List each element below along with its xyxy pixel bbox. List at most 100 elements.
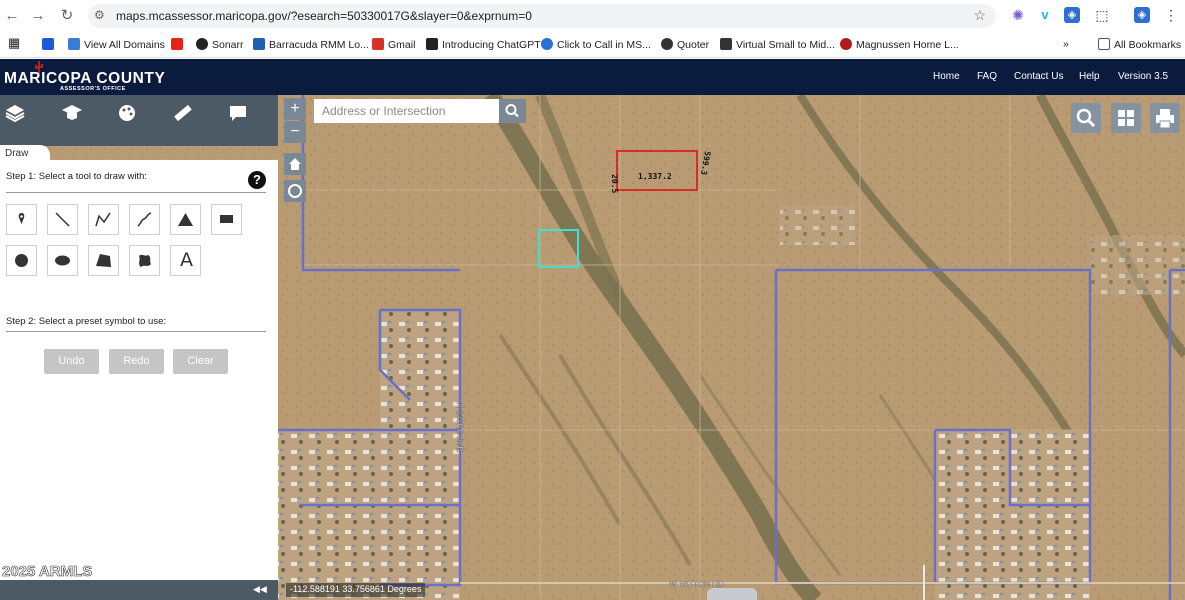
panel-toolbar <box>0 95 278 129</box>
palette-icon[interactable] <box>116 102 138 124</box>
tool-ellipse[interactable] <box>47 245 78 276</box>
more-bookmarks-icon[interactable]: » <box>1063 38 1069 50</box>
street-label-vertical: N 243RD AVE <box>455 402 464 453</box>
bookmark-star-icon[interactable]: ☆ <box>973 7 986 24</box>
locate-icon <box>288 184 302 198</box>
youtube-icon <box>171 38 183 50</box>
bookmark-item[interactable]: Gmail <box>372 38 415 51</box>
map-pin-icon <box>18 213 25 224</box>
zoom-in-button[interactable]: + <box>284 98 306 120</box>
search-icon <box>1076 108 1096 128</box>
tab-draw[interactable]: Draw <box>0 145 50 161</box>
bookmark-item[interactable]: Quoter <box>661 38 709 51</box>
bookmark-item[interactable] <box>171 38 187 51</box>
bookmark-favicon <box>68 38 80 50</box>
address-search-input[interactable] <box>314 99 499 123</box>
copyright-watermark: 2025 ARMLS <box>2 563 93 581</box>
tool-circle[interactable] <box>6 245 37 276</box>
clear-button[interactable]: Clear <box>173 349 228 374</box>
locate-button[interactable] <box>284 180 306 202</box>
rectangle-icon <box>220 215 233 223</box>
print-button[interactable] <box>1150 103 1180 133</box>
step1-label: Step 1: Select a tool to draw with: <box>6 171 147 182</box>
home-icon <box>289 158 301 170</box>
url-text[interactable]: maps.mcassessor.maricopa.gov/?esearch=50… <box>116 9 532 23</box>
bottom-drawer-toggle[interactable] <box>707 588 757 600</box>
polygon-icon <box>96 254 111 267</box>
ellipse-icon <box>55 255 70 266</box>
graduation-cap-icon[interactable] <box>61 102 83 124</box>
bookmark-item[interactable] <box>42 38 58 51</box>
panel-tab-strip <box>0 129 278 146</box>
tool-line[interactable] <box>47 204 78 235</box>
bookmark-item[interactable]: Click to Call in MS... <box>541 38 651 51</box>
nav-contact-us[interactable]: Contact Us <box>1014 71 1063 82</box>
panel-footer <box>0 580 278 600</box>
tool-polygon[interactable] <box>88 245 119 276</box>
browser-toolbar: ← → ↻ ⚙ maps.mcassessor.maricopa.gov/?es… <box>0 0 1185 32</box>
undo-button[interactable]: Undo <box>44 349 99 374</box>
triangle-icon <box>178 213 193 226</box>
layers-icon[interactable] <box>4 102 26 124</box>
grid-icon <box>1118 110 1134 126</box>
browser-menu-icon[interactable]: ⋮ <box>1163 7 1179 23</box>
all-bookmarks[interactable]: All Bookmarks <box>1098 38 1181 51</box>
tool-rectangle[interactable] <box>211 204 242 235</box>
nav-help[interactable]: Help <box>1079 71 1100 82</box>
nav-version[interactable]: Version 3.5 <box>1118 71 1168 82</box>
ruler-icon[interactable] <box>172 102 194 124</box>
bookmark-item[interactable]: View All Domains <box>68 38 165 51</box>
extension-shield-icon[interactable]: ◈ <box>1064 7 1080 23</box>
bookmarks-bar: ▦ View All Domains Sonarr Barracuda RMM … <box>0 32 1185 58</box>
step2-label: Step 2: Select a preset symbol to use: <box>6 316 167 327</box>
nav-faq[interactable]: FAQ <box>977 71 997 82</box>
site-info-icon[interactable]: ⚙ <box>94 8 105 22</box>
bookmark-item[interactable]: Barracuda RMM Lo... <box>253 38 369 51</box>
back-icon[interactable]: ← <box>2 6 22 26</box>
tool-freehand-line[interactable] <box>129 204 160 235</box>
bookmark-item[interactable]: Sonarr <box>196 38 244 51</box>
search-button[interactable] <box>499 99 526 123</box>
divider <box>6 192 266 193</box>
search-icon <box>505 104 519 118</box>
nav-home[interactable]: Home <box>933 71 960 82</box>
polyline-icon <box>95 212 111 227</box>
bookmark-favicon <box>253 38 265 50</box>
bookmark-favicon <box>426 38 438 50</box>
collapse-panel-icon[interactable]: ◀◀ <box>253 584 267 595</box>
folder-icon <box>1098 38 1110 50</box>
comment-icon[interactable] <box>227 102 249 124</box>
parcel-dimension-label: 1,337.2 <box>638 172 672 181</box>
help-icon[interactable]: ? <box>248 171 266 189</box>
bookmark-favicon <box>541 38 553 50</box>
circle-icon <box>15 254 28 267</box>
forward-icon[interactable]: → <box>28 6 48 26</box>
coordinate-readout: -112.588191 33.756861 Degrees <box>286 583 426 597</box>
extension-shield2-icon[interactable]: ◈ <box>1134 7 1150 23</box>
address-bar[interactable]: ⚙ maps.mcassessor.maricopa.gov/?esearch=… <box>88 4 996 28</box>
bookmark-item[interactable]: Virtual Small to Mid... <box>720 38 835 51</box>
redo-button[interactable]: Redo <box>109 349 164 374</box>
zoom-out-button[interactable]: − <box>284 121 306 143</box>
parcel-dimension-label: 20.5 <box>610 174 619 194</box>
freehand-line-icon <box>137 212 152 227</box>
extensions-puzzle-icon[interactable]: ⬚ <box>1094 7 1110 23</box>
tool-freehand-polygon[interactable] <box>129 245 160 276</box>
tool-text[interactable]: A <box>170 245 201 276</box>
line-icon <box>55 212 70 227</box>
apps-grid-icon[interactable]: ▦ <box>8 35 20 51</box>
extension-v-icon[interactable]: v <box>1037 7 1053 23</box>
bookmark-item[interactable]: Introducing ChatGPT <box>426 38 541 51</box>
extension-flower-icon[interactable]: ✺ <box>1010 7 1026 23</box>
bookmark-favicon <box>840 38 852 50</box>
reload-icon[interactable]: ↻ <box>57 6 77 26</box>
app-header: MARICOPA COUNTY ASSESSOR'S OFFICE Home F… <box>0 59 1185 95</box>
tool-polyline[interactable] <box>88 204 119 235</box>
map-search-button[interactable] <box>1071 103 1101 133</box>
basemap-gallery-button[interactable] <box>1111 103 1141 133</box>
bookmark-favicon <box>196 38 208 50</box>
home-extent-button[interactable] <box>284 153 306 175</box>
tool-point[interactable] <box>6 204 37 235</box>
bookmark-item[interactable]: Magnussen Home L... <box>840 38 959 51</box>
tool-triangle[interactable] <box>170 204 201 235</box>
